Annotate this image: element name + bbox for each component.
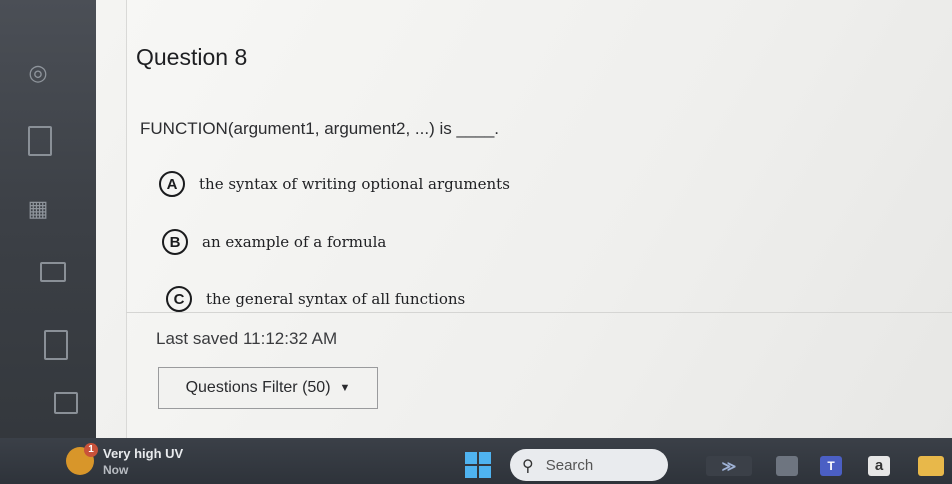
option-a-text: the syntax of writing optional arguments (199, 175, 510, 193)
taskbar-search-box[interactable]: ⚲ Search (510, 449, 668, 481)
weather-title[interactable]: Very high UV (103, 446, 183, 461)
calendar-icon[interactable]: ▦ (24, 196, 52, 224)
last-saved-status: Last saved 11:12:32 AM (156, 329, 338, 348)
questions-filter-button[interactable]: Questions Filter (50) ▼ (158, 367, 378, 409)
document-icon[interactable] (28, 126, 52, 156)
option-a[interactable]: A the syntax of writing optional argumen… (159, 171, 510, 197)
option-a-letter: A (159, 171, 185, 197)
mail-icon[interactable] (40, 262, 66, 282)
globe-icon[interactable]: ◎ (24, 60, 52, 88)
folder-icon[interactable] (918, 456, 944, 476)
weather-alert-badge: 1 (84, 443, 98, 457)
file-explorer-icon[interactable] (776, 456, 798, 476)
search-label: Search (545, 456, 594, 474)
teams-icon[interactable]: T (820, 456, 842, 476)
option-c-letter: C (166, 286, 192, 312)
option-b[interactable]: B an example of a formula (162, 229, 386, 255)
app-a-icon[interactable]: a (868, 456, 890, 476)
windows-start-icon[interactable] (465, 452, 491, 478)
question-title: Question 8 (136, 44, 248, 70)
notes-icon[interactable] (44, 330, 68, 360)
question-prompt: FUNCTION(argument1, argument2, ...) is _… (140, 119, 500, 138)
copilot-icon[interactable]: ≫ (706, 456, 752, 476)
app-sidebar: ◎ ▦ (0, 0, 96, 438)
option-c-text: the general syntax of all functions (206, 290, 466, 308)
section-divider (126, 312, 952, 313)
weather-subtitle: Now (103, 463, 129, 477)
search-icon: ⚲ (522, 455, 534, 475)
option-b-text: an example of a formula (202, 233, 387, 251)
questions-filter-label: Questions Filter (50) (185, 379, 331, 396)
option-b-letter: B (162, 229, 188, 255)
option-c[interactable]: C the general syntax of all functions (166, 286, 465, 312)
chevron-down-icon: ▼ (339, 382, 351, 394)
edit-icon[interactable] (54, 392, 78, 414)
